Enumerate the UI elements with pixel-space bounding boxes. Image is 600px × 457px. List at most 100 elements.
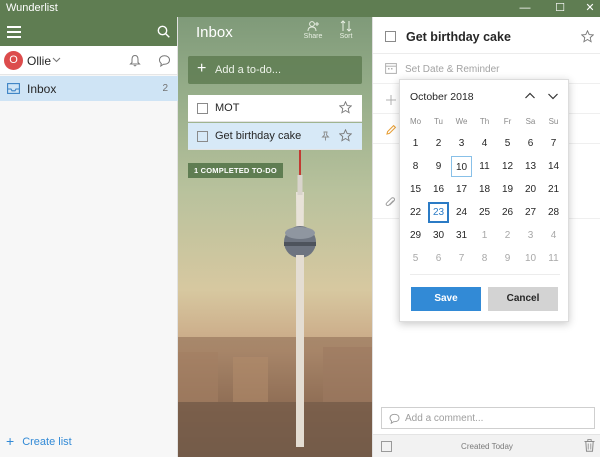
calendar-day[interactable]: 26 bbox=[497, 202, 518, 223]
sidebar-item-label: Inbox bbox=[27, 82, 57, 96]
calendar-day[interactable]: 3 bbox=[451, 133, 472, 154]
comment-placeholder: Add a comment... bbox=[405, 413, 484, 424]
calendar-day[interactable]: 6 bbox=[428, 248, 449, 269]
calendar-day[interactable]: 22 bbox=[405, 202, 426, 223]
calendar-day[interactable]: 8 bbox=[474, 248, 495, 269]
user-name[interactable]: Ollie bbox=[27, 54, 51, 68]
sort-button[interactable]: Sort bbox=[333, 20, 359, 40]
task-row[interactable]: MOT bbox=[188, 95, 362, 122]
close-button[interactable]: ✕ bbox=[575, 0, 600, 17]
trash-icon[interactable] bbox=[584, 439, 595, 452]
title-bar: Wunderlist — ☐ ✕ bbox=[0, 0, 600, 17]
star-icon[interactable] bbox=[339, 129, 352, 142]
calendar-day[interactable]: 18 bbox=[474, 179, 495, 200]
calendar-day[interactable]: 6 bbox=[520, 133, 541, 154]
inbox-icon bbox=[7, 83, 20, 94]
calendar-day[interactable]: 2 bbox=[497, 225, 518, 246]
weekday-label: Sa bbox=[525, 117, 536, 126]
sort-icon bbox=[340, 20, 352, 32]
minimize-button[interactable]: — bbox=[510, 0, 540, 17]
calendar-day[interactable]: 4 bbox=[543, 225, 564, 246]
calendar-day[interactable]: 29 bbox=[405, 225, 426, 246]
detail-checkbox[interactable] bbox=[385, 31, 396, 42]
calendar-day[interactable]: 24 bbox=[451, 202, 472, 223]
chevron-down-icon[interactable] bbox=[52, 55, 61, 64]
calendar-day[interactable]: 8 bbox=[405, 156, 426, 177]
calendar-day[interactable]: 13 bbox=[520, 156, 541, 177]
date-picker: October 2018 Save Cancel Mo Tu We Th Fr Sa Su 1… bbox=[399, 79, 569, 322]
sort-label: Sort bbox=[339, 33, 353, 40]
task-title[interactable]: Get birthday cake bbox=[215, 130, 301, 142]
maximize-button[interactable]: ☐ bbox=[545, 0, 575, 17]
weekday-label: Su bbox=[548, 117, 559, 126]
hamburger-menu-icon[interactable] bbox=[7, 26, 21, 38]
calendar-day[interactable]: 12 bbox=[497, 156, 518, 177]
search-icon[interactable] bbox=[157, 25, 170, 38]
weekday-label: Tu bbox=[433, 117, 444, 126]
bell-icon[interactable] bbox=[129, 54, 141, 67]
calendar-icon bbox=[385, 63, 397, 74]
calendar-day[interactable]: 4 bbox=[474, 133, 495, 154]
star-icon[interactable] bbox=[339, 101, 352, 114]
calendar-day[interactable]: 20 bbox=[520, 179, 541, 200]
task-row-selected[interactable]: Get birthday cake bbox=[188, 123, 362, 150]
calendar-day[interactable]: 7 bbox=[451, 248, 472, 269]
sidebar-item-inbox[interactable]: Inbox 2 bbox=[0, 76, 178, 101]
calendar-day[interactable]: 25 bbox=[474, 202, 495, 223]
cancel-button[interactable]: Cancel bbox=[488, 287, 558, 311]
task-title[interactable]: MOT bbox=[215, 102, 239, 114]
calendar-day[interactable]: 31 bbox=[451, 225, 472, 246]
calendar-day[interactable]: 1 bbox=[405, 133, 426, 154]
share-button[interactable]: Share bbox=[300, 20, 326, 40]
calendar-day[interactable]: 27 bbox=[520, 202, 541, 223]
chevron-down-icon[interactable] bbox=[547, 90, 559, 102]
avatar[interactable]: O bbox=[4, 51, 23, 70]
calendar-day[interactable]: 14 bbox=[543, 156, 564, 177]
calendar-day[interactable]: 5 bbox=[405, 248, 426, 269]
calendar-day[interactable]: 5 bbox=[497, 133, 518, 154]
save-button[interactable]: Save bbox=[411, 287, 481, 311]
list-title: Inbox bbox=[196, 24, 233, 41]
star-icon[interactable] bbox=[581, 30, 594, 43]
user-row[interactable]: O Ollie bbox=[0, 46, 177, 75]
calendar-day[interactable]: 11 bbox=[474, 156, 495, 177]
calendar-day[interactable]: 19 bbox=[497, 179, 518, 200]
calendar-day[interactable]: 17 bbox=[451, 179, 472, 200]
pin-icon bbox=[321, 131, 330, 141]
calendar-day[interactable]: 28 bbox=[543, 202, 564, 223]
add-todo-input[interactable]: + Add a to-do... bbox=[188, 56, 362, 84]
weekday-label: We bbox=[455, 117, 468, 126]
detail-title-row: Get birthday cake bbox=[373, 17, 600, 54]
calendar-day[interactable]: 10 bbox=[451, 156, 472, 177]
comment-bubble-icon bbox=[389, 413, 400, 424]
pencil-icon bbox=[386, 124, 397, 135]
comment-input[interactable]: Add a comment... bbox=[381, 407, 595, 429]
chevron-up-icon[interactable] bbox=[524, 90, 536, 102]
show-completed-button[interactable]: 1 COMPLETED TO-DO bbox=[188, 163, 283, 178]
calendar-day[interactable]: 30 bbox=[428, 225, 449, 246]
weekday-label: Fr bbox=[503, 117, 512, 126]
calendar-day[interactable]: 3 bbox=[520, 225, 541, 246]
detail-title[interactable]: Get birthday cake bbox=[406, 30, 511, 44]
calendar-day-selected[interactable]: 23 bbox=[428, 202, 449, 223]
task-checkbox[interactable] bbox=[197, 103, 208, 114]
sidebar-item-count: 2 bbox=[162, 83, 168, 94]
calendar-day[interactable]: 9 bbox=[497, 248, 518, 269]
weekday-label: Mo bbox=[409, 117, 422, 126]
calendar-day[interactable]: 9 bbox=[428, 156, 449, 177]
add-todo-placeholder: Add a to-do... bbox=[215, 64, 282, 76]
calendar-day[interactable]: 1 bbox=[474, 225, 495, 246]
calendar-day[interactable]: 7 bbox=[543, 133, 564, 154]
create-list-button[interactable]: + Create list bbox=[6, 433, 72, 449]
window-title: Wunderlist bbox=[6, 2, 58, 14]
calendar-day[interactable]: 16 bbox=[428, 179, 449, 200]
calendar-day[interactable]: 2 bbox=[428, 133, 449, 154]
calendar-day[interactable]: 21 bbox=[543, 179, 564, 200]
plus-icon bbox=[386, 95, 396, 105]
calendar-day[interactable]: 10 bbox=[520, 248, 541, 269]
share-label: Share bbox=[303, 33, 323, 40]
calendar-day[interactable]: 11 bbox=[543, 248, 564, 269]
task-checkbox[interactable] bbox=[197, 131, 208, 142]
calendar-day[interactable]: 15 bbox=[405, 179, 426, 200]
conversation-icon[interactable] bbox=[158, 54, 171, 67]
